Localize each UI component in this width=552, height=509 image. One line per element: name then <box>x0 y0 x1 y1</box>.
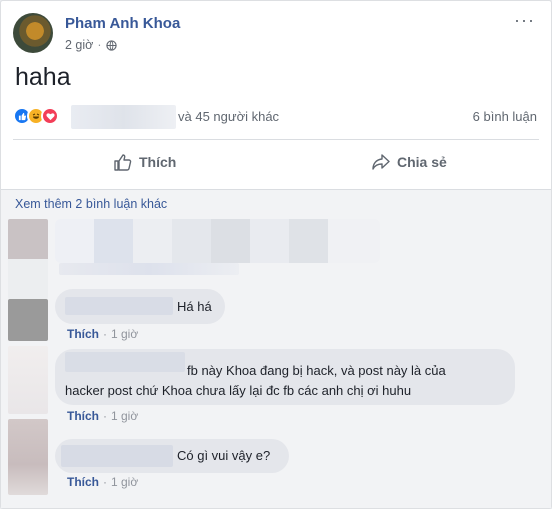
comment-text: Có gì vui vậy e? <box>177 448 271 463</box>
comment-like-link[interactable]: Thích <box>67 409 99 423</box>
post-meta: 2 giờ · <box>65 38 117 52</box>
like-button-label: Thích <box>139 154 177 170</box>
reactions-summary[interactable]: và 45 người khác <box>178 109 279 124</box>
comment-text: fb này Khoa đang bị hack, và post này là… <box>187 363 446 378</box>
comment-time[interactable]: 1 giờ <box>111 475 138 489</box>
author-name[interactable]: Pham Anh Khoa <box>65 15 180 32</box>
commenter-avatar[interactable] <box>8 219 48 299</box>
share-button-label: Chia sẻ <box>397 154 447 170</box>
globe-icon[interactable] <box>105 39 117 51</box>
comment-like-link[interactable]: Thích <box>67 327 99 341</box>
comment-like-link[interactable]: Thích <box>67 475 99 489</box>
comment-actions: Thích · 1 giờ <box>67 475 138 489</box>
author-avatar[interactable] <box>13 13 53 53</box>
comment-text: Há há <box>177 299 212 314</box>
comment-separator: · <box>103 475 107 489</box>
share-arrow-icon <box>372 154 390 170</box>
blurred-reactor-name <box>71 105 176 129</box>
comment-time[interactable]: 1 giờ <box>111 327 138 341</box>
comment-count[interactable]: 6 bình luận <box>473 109 537 124</box>
thumbs-up-icon <box>114 154 132 171</box>
view-more-comments-link[interactable]: Xem thêm 2 bình luận khác <box>15 197 167 211</box>
divider <box>13 139 539 140</box>
comment-text-line-2: hacker post chứ Khoa chưa lấy lại đc fb … <box>65 383 412 398</box>
commenter-avatar[interactable] <box>8 419 48 495</box>
commenter-avatar[interactable] <box>8 346 48 414</box>
like-button[interactable]: Thích <box>113 149 176 175</box>
blurred-comment-line <box>59 263 239 275</box>
comment-separator: · <box>103 327 107 341</box>
blurred-commenter-name <box>65 352 185 372</box>
meta-separator: · <box>97 38 102 52</box>
commenter-avatar[interactable] <box>8 299 48 341</box>
more-options-icon[interactable]: ··· <box>514 11 535 29</box>
comment-separator: · <box>103 409 107 423</box>
comment-time[interactable]: 1 giờ <box>111 409 138 423</box>
blurred-comment-bubble <box>55 219 380 263</box>
post-card: Pham Anh Khoa 2 giờ · ··· haha và 45 ngư… <box>0 0 552 509</box>
post-text: haha <box>15 63 71 91</box>
blurred-commenter-name <box>61 445 173 467</box>
comment-actions: Thích · 1 giờ <box>67 327 138 341</box>
love-icon <box>41 107 59 125</box>
blurred-commenter-name <box>65 297 173 315</box>
share-button[interactable]: Chia sẻ <box>371 149 447 175</box>
post-time[interactable]: 2 giờ <box>65 38 93 52</box>
comment-actions: Thích · 1 giờ <box>67 409 138 423</box>
reaction-icons[interactable] <box>13 105 59 127</box>
